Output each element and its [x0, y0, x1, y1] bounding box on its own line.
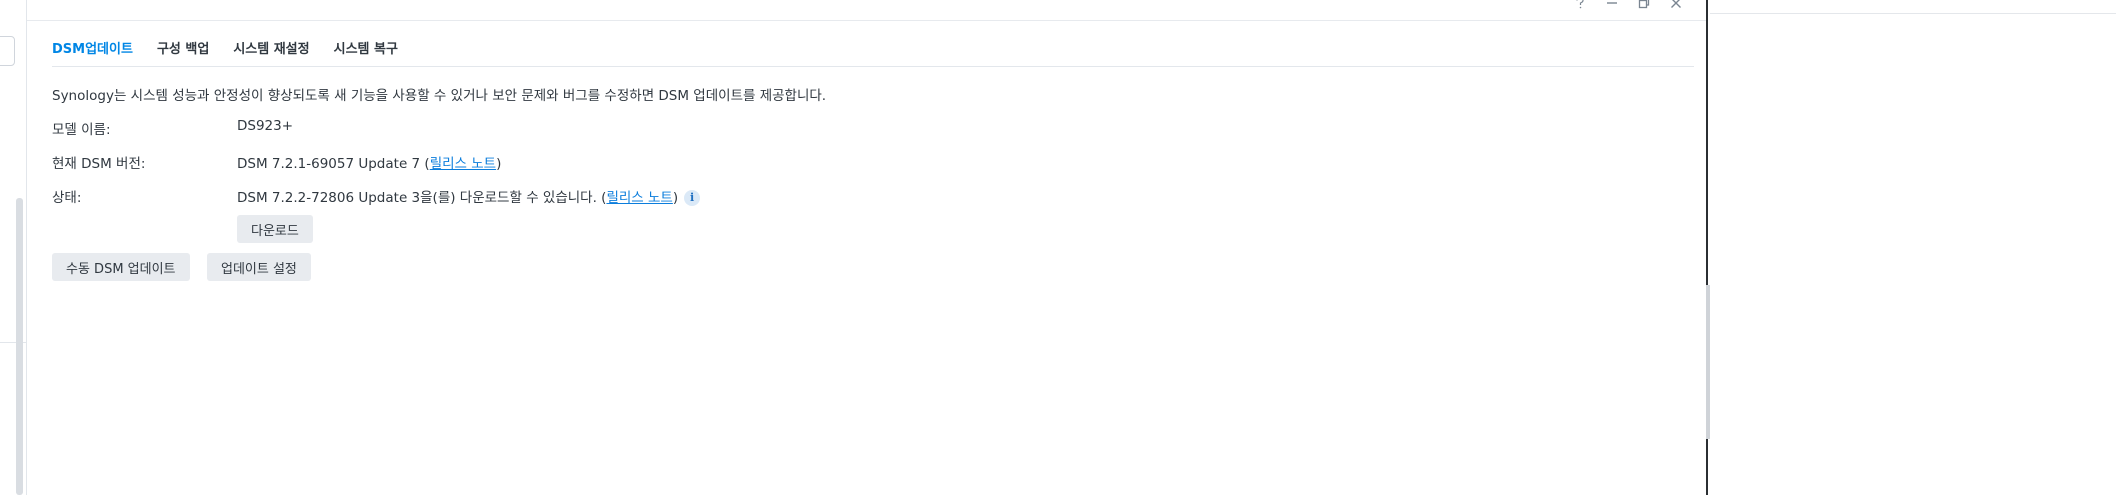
window-title-bar: [27, 0, 1706, 21]
sidebar-search-input[interactable]: [0, 36, 15, 66]
download-button[interactable]: 다운로드: [237, 215, 313, 243]
background-divider: [1710, 13, 2116, 14]
window-controls: [1564, 0, 1692, 11]
tab-system-restore[interactable]: 시스템 복구: [322, 32, 410, 60]
tab-dsm-update[interactable]: DSM업데이트: [52, 32, 145, 60]
status-release-notes-link[interactable]: 릴리스 노트: [606, 190, 672, 206]
tab-system-reset[interactable]: 시스템 재설정: [221, 32, 321, 60]
update-settings-button[interactable]: 업데이트 설정: [207, 253, 311, 281]
current-version-value: DSM 7.2.1-69057 Update 7: [237, 156, 421, 172]
model-value: DS923+: [237, 118, 294, 134]
background-panel: [1706, 0, 2116, 495]
background-window-edge: [1706, 285, 1710, 439]
status-label: 상태:: [52, 190, 82, 206]
current-version-label: 현재 DSM 버전:: [52, 156, 146, 172]
status-value-wrap: DSM 7.2.2-72806 Update 3을(를) 다운로드할 수 있습니…: [237, 186, 701, 206]
tab-bar: DSM업데이트 구성 백업 시스템 재설정 시스템 복구: [52, 32, 1694, 67]
maximize-icon[interactable]: [1628, 0, 1660, 11]
current-version-value-wrap: DSM 7.2.1-69057 Update 7 (릴리스 노트): [237, 156, 502, 172]
tab-config-backup[interactable]: 구성 백업: [145, 32, 221, 60]
status-value: DSM 7.2.2-72806 Update 3을(를) 다운로드할 수 있습니…: [237, 190, 597, 206]
model-label: 모델 이름:: [52, 122, 111, 138]
current-release-notes-link[interactable]: 릴리스 노트: [430, 156, 496, 172]
close-icon[interactable]: [1660, 0, 1692, 11]
sidebar-scrollbar[interactable]: [16, 198, 23, 495]
update-restore-window: DSM업데이트 구성 백업 시스템 재설정 시스템 복구 Synology는 시…: [27, 0, 1706, 495]
manual-dsm-update-button[interactable]: 수동 DSM 업데이트: [52, 253, 190, 281]
info-icon[interactable]: i: [684, 189, 701, 206]
minimize-icon[interactable]: [1596, 0, 1628, 11]
help-icon[interactable]: [1564, 0, 1596, 11]
update-description: Synology는 시스템 성능과 안정성이 향상되도록 새 기능을 사용할 수…: [52, 88, 827, 104]
sidebar: [0, 0, 27, 495]
